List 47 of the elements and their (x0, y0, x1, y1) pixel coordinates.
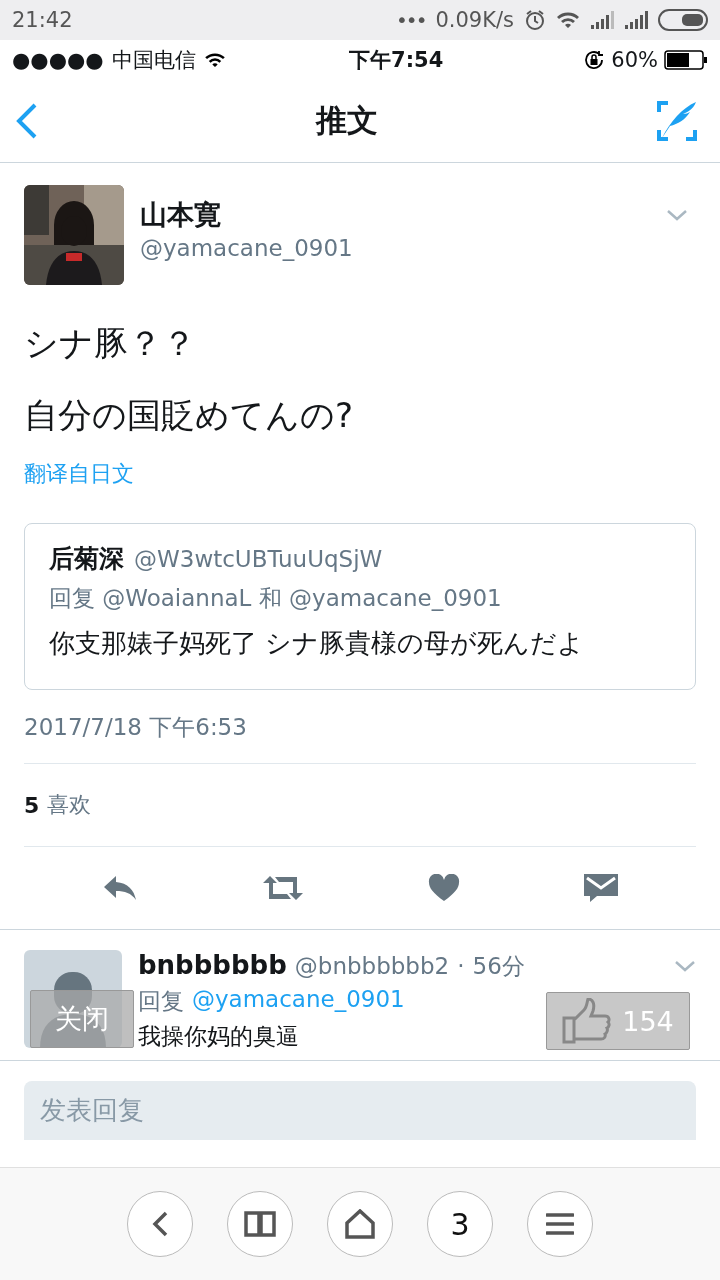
quoted-text: 你支那婊子妈死了 シナ豚貴様の母が死んだよ (49, 627, 585, 660)
battery-icon (658, 9, 708, 31)
likes-label[interactable]: 喜欢 (47, 790, 92, 820)
reply-author-name[interactable]: bnbbbbbb (138, 950, 287, 980)
book-icon (244, 1211, 276, 1237)
menu-icon (546, 1213, 574, 1235)
status-time: 下午7:54 (349, 47, 444, 74)
reply-author-handle[interactable]: @bnbbbbbb2 (294, 953, 450, 979)
back-icon (152, 1211, 168, 1237)
more-dots: ••• (396, 8, 426, 32)
back-icon[interactable] (16, 103, 38, 139)
compose-icon[interactable] (656, 100, 698, 142)
battery-percent: 60% (611, 48, 658, 72)
mention-link[interactable]: @yamacane_0901 (192, 986, 405, 1017)
signal-dots: ●●●●● (12, 48, 104, 72)
separator-dot: · (457, 953, 465, 979)
reply-context: 回复 @WoaiannaL 和 @yamacane_0901 (49, 584, 502, 613)
carrier-name: 中国电信 (111, 47, 196, 74)
tweet-text: シナ豚？？ (24, 322, 196, 365)
page-title: 推文 (316, 101, 378, 140)
reply-label: 回复 (138, 987, 184, 1016)
wifi-icon (556, 11, 580, 29)
home-icon (344, 1209, 376, 1239)
tweet-date: 2017/7/18 下午6:53 (24, 690, 696, 764)
battery-icon (664, 50, 708, 70)
rotation-lock-icon (583, 49, 606, 71)
reply-field[interactable]: 发表回复 (40, 1095, 144, 1125)
network-speed: 0.09K/s (435, 8, 514, 32)
clock: 21:42 (12, 8, 73, 32)
close-button[interactable]: 关闭 (30, 990, 134, 1048)
quoted-author-handle: @W3wtcUBTuuUqSjW (134, 546, 383, 572)
heart-icon[interactable] (427, 874, 460, 902)
author-handle[interactable]: @yamacane_0901 (140, 235, 650, 261)
likes-count[interactable]: 5 (24, 792, 40, 818)
signal-icon (590, 11, 614, 29)
tweet-text: 自分の国貶めてんの? (24, 394, 354, 437)
author-name[interactable]: 山本寛 (140, 197, 650, 233)
signal-icon (624, 11, 648, 29)
wifi-icon (203, 52, 226, 68)
quoted-author-name: 后菊深 (49, 543, 124, 575)
alarm-icon (524, 9, 546, 31)
quoted-tweet[interactable]: 后菊深 @W3wtcUBTuuUqSjW 回复 @WoaiannaL 和 @yamacane_0901 你支那婊子妈死了 シナ豚貴様の母が死んだよ (24, 523, 696, 690)
translate-link[interactable]: 翻译自日文 (24, 459, 134, 489)
message-icon[interactable] (582, 873, 619, 903)
tabs-button[interactable]: 3 (427, 1191, 493, 1257)
reply-time: 56分 (472, 952, 525, 981)
thumbs-up-icon (562, 998, 613, 1044)
